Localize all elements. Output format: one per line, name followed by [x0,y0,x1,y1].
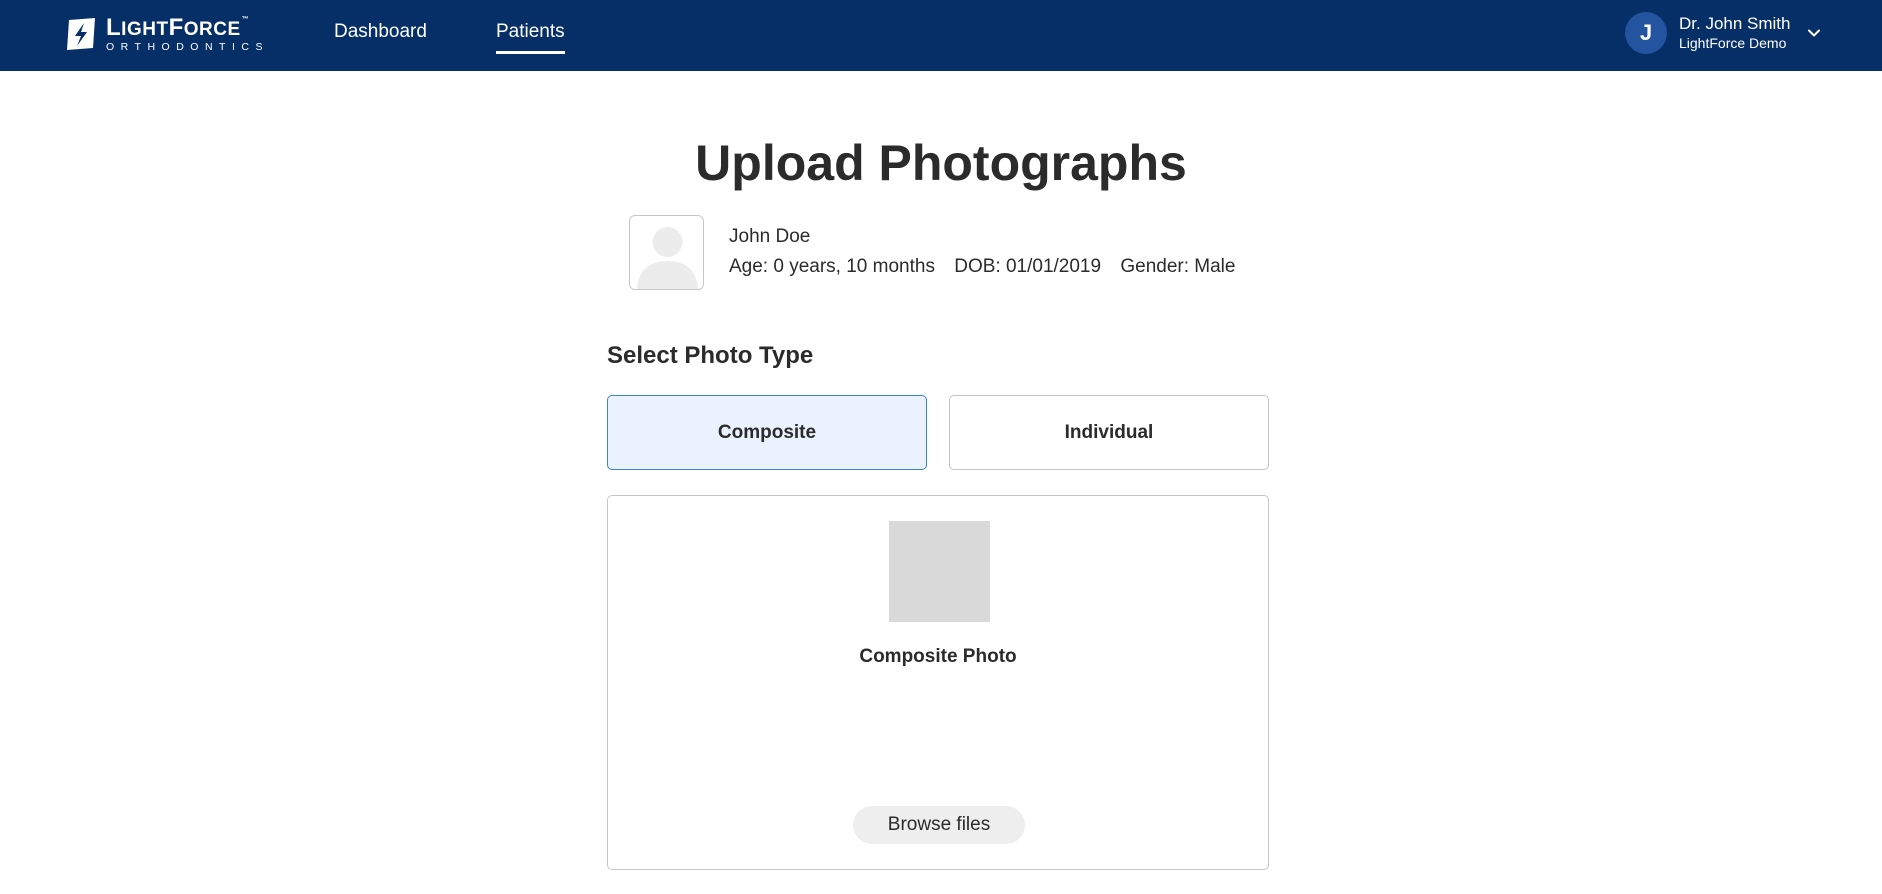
composite-photo-label: Composite Photo [859,646,1017,667]
user-menu[interactable]: J Dr. John Smith LightForce Demo [1625,12,1821,54]
user-avatar: J [1625,12,1667,54]
user-name: Dr. John Smith [1679,14,1791,33]
brand-wordmark: LIGHTFORCE™ ORTHODONTICS [106,13,269,53]
individual-type-button[interactable]: Individual [949,395,1269,470]
user-organization: LightForce Demo [1679,35,1787,51]
patient-dob: DOB: 01/01/2019 [954,256,1102,277]
patient-summary: John Doe Age: 0 years, 10 months DOB: 01… [629,215,1249,290]
brand-subtitle: ORTHODONTICS [106,40,269,53]
browse-files-button[interactable]: Browse files [853,806,1025,844]
upload-dropzone[interactable]: Composite Photo Browse files [607,495,1269,870]
composite-photo-placeholder [889,521,990,622]
lightforce-logo-icon [67,18,95,50]
patient-age: Age: 0 years, 10 months [729,256,935,277]
top-navigation-bar: LIGHTFORCE™ ORTHODONTICS Dashboard Patie… [0,0,1882,71]
brand-logo[interactable]: LIGHTFORCE™ ORTHODONTICS [64,13,269,53]
user-details: Dr. John Smith LightForce Demo [1679,14,1791,52]
patient-name: John Doe [729,226,811,247]
patient-info: John Doe Age: 0 years, 10 months DOB: 01… [729,215,1249,290]
patient-gender: Gender: Male [1120,256,1236,277]
nav-patients[interactable]: Patients [496,21,565,54]
person-silhouette-icon [637,227,698,289]
select-photo-type-label: Select Photo Type [607,342,814,369]
page-title: Upload Photographs [695,135,1187,191]
chevron-down-icon[interactable] [1807,26,1821,40]
brand-name: LIGHTFORCE™ [106,13,250,41]
patient-meta: Age: 0 years, 10 months DOB: 01/01/2019 … [729,255,1249,279]
nav-dashboard[interactable]: Dashboard [334,21,427,51]
composite-type-button[interactable]: Composite [607,395,927,470]
patient-avatar [629,215,704,290]
